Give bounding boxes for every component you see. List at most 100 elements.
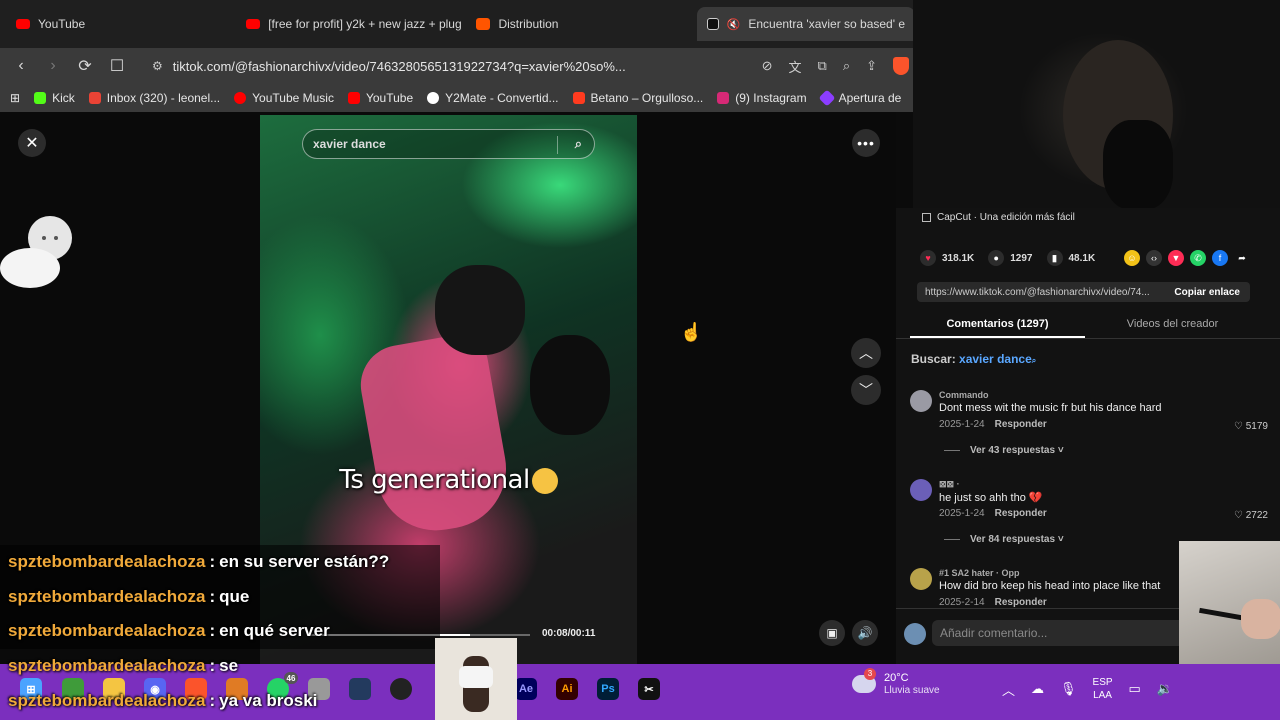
reply-button[interactable]: Responder (995, 597, 1047, 608)
bookmarks-bar: ⊞ Kick Inbox (320) - leonel... YouTube M… (0, 84, 915, 112)
canva-icon (818, 89, 836, 107)
whatsapp-icon[interactable]: ✆ (1190, 250, 1206, 266)
bookmark-icon: ▮ (1046, 250, 1063, 266)
send-to-friends-icon[interactable]: ▼ (1168, 250, 1184, 266)
facebook-icon[interactable]: f (1212, 250, 1228, 266)
volume-icon[interactable]: 🔉 (1157, 681, 1173, 697)
video-search-bar[interactable]: xavier dance ⌕ (302, 129, 595, 159)
chat-username: spztebombardealachoza (8, 586, 206, 606)
back-icon[interactable]: ‹ (12, 57, 30, 75)
volume-button[interactable]: 🔊 (852, 620, 878, 646)
betano-icon (572, 92, 585, 104)
site-settings-icon[interactable]: ⚙ (152, 59, 163, 73)
reply-button[interactable]: Responder (995, 508, 1047, 519)
address-actions: ⊘ 文 ⧉ ⌕ ⇪ (762, 57, 909, 76)
comment-text: How did bro keep his head into place lik… (939, 580, 1161, 592)
close-viewer-button[interactable]: ✕ (18, 129, 46, 157)
streamer-webcam (913, 0, 1280, 208)
muted-speaker-icon[interactable]: 🔇 (727, 18, 741, 31)
search-divider (557, 136, 558, 154)
kick-icon (34, 92, 47, 104)
comment-button[interactable]: ● 1297 (988, 250, 1033, 266)
after-effects-icon[interactable]: Ae (515, 678, 537, 700)
tray-chevron-icon[interactable]: ︿ (1002, 680, 1015, 699)
avatar[interactable] (910, 568, 932, 590)
comment-username[interactable]: ⊠⊠ · (939, 479, 960, 490)
apps-grid-icon[interactable]: ⊞ (10, 91, 20, 105)
display-icon[interactable]: ▭ (1129, 681, 1141, 697)
chat-message: spztebombardealachoza: en su server están… (0, 545, 440, 580)
search-icon[interactable]: ⌕ (575, 136, 582, 152)
translate-icon[interactable]: 文 (789, 57, 802, 76)
bookmark-betano[interactable]: Betano – Orgulloso... (572, 91, 703, 105)
comment-like-button[interactable]: ♡ 2722 (1234, 510, 1268, 521)
tab-youtube[interactable]: YouTube (6, 7, 232, 41)
illustrator-icon[interactable]: Ai (556, 678, 578, 700)
comment-username[interactable]: #1 SA2 hater · Opp (939, 568, 1020, 578)
instagram-icon (717, 92, 730, 104)
bookmark-gmail[interactable]: Inbox (320) - leonel... (88, 91, 220, 105)
share-link-box[interactable]: https://www.tiktok.com/@fashionarchivx/v… (917, 282, 1250, 302)
like-button[interactable]: ♥ 318.1K (920, 250, 974, 266)
view-replies-button[interactable]: Ver 84 respuestas ˅ (944, 534, 1064, 545)
reply-button[interactable]: Responder (995, 419, 1047, 430)
onedrive-icon[interactable]: ☁ (1031, 681, 1044, 697)
hand (1241, 599, 1280, 639)
tab-creator-videos[interactable]: Videos del creador (1085, 314, 1260, 338)
tab-youtube-beat[interactable]: [free for profit] y2k + new jazz + plug (236, 7, 462, 41)
comment-item: ⊠⊠ · he just so ahh tho 💔 2025-1-24 Resp… (910, 479, 1270, 549)
comment-username[interactable]: Commando (939, 390, 989, 400)
share-icon[interactable]: ⇪ (866, 58, 877, 74)
bookmark-icon[interactable]: ☐ (108, 56, 126, 76)
save-button[interactable]: ▮ 48.1K (1046, 250, 1095, 266)
previous-video-button[interactable]: ︿ (851, 338, 881, 368)
comment-like-button[interactable]: ♡ 5179 (1234, 421, 1268, 432)
comment-text: Dont mess wit the music fr but his dance… (939, 402, 1162, 414)
baby-sticker-image (0, 216, 72, 288)
view-replies-button[interactable]: Ver 43 respuestas ˅ (944, 445, 1064, 456)
capcut-promo[interactable]: CapCut · Una edición más fácil (922, 212, 1075, 223)
hand-cursor-icon: ☝ (680, 322, 703, 342)
url-text: tiktok.com/@fashionarchivx/video/7463280… (172, 58, 626, 74)
youtube-music-icon (234, 92, 247, 104)
next-video-button[interactable]: ﹀ (851, 375, 881, 405)
reload-icon[interactable]: ⟳ (76, 56, 94, 76)
zoom-icon[interactable]: ⌕ (843, 58, 850, 74)
mini-player-button[interactable]: ▣ (819, 620, 845, 646)
bookmark-y2mate[interactable]: Y2Mate - Convertid... (427, 91, 559, 105)
forward-icon[interactable]: › (44, 57, 62, 75)
bookmark-kick[interactable]: Kick (34, 91, 75, 105)
share-arrow-icon[interactable]: ➦ (1234, 250, 1250, 266)
bookmark-instagram[interactable]: (9) Instagram (717, 91, 807, 105)
add-comment-input[interactable]: Añadir comentario... (932, 620, 1192, 646)
tab-distribution[interactable]: Distribution (466, 7, 692, 41)
open-in-app-icon[interactable]: ⧉ (818, 58, 827, 74)
url-field[interactable]: ⚙ tiktok.com/@fashionarchivx/video/74632… (140, 52, 748, 80)
more-options-button[interactable]: ••• (852, 129, 880, 157)
photoshop-icon[interactable]: Ps (597, 678, 619, 700)
chat-message: spztebombardealachoza: que (0, 579, 440, 615)
cast-icon[interactable]: ⊘ (762, 58, 773, 74)
copy-link-button[interactable]: Copiar enlace (1174, 287, 1250, 298)
embed-icon[interactable]: ‹› (1146, 250, 1162, 266)
search-suggestion[interactable]: Buscar: xavier dance⌕ (911, 352, 1036, 366)
emoji-share-icon[interactable]: ☺ (1124, 250, 1140, 266)
language-indicator[interactable]: ESP LAA (1093, 676, 1113, 702)
capcut-app-icon[interactable]: ✂ (638, 678, 660, 700)
weather-widget[interactable]: 3 20°C Lluvia suave (852, 668, 940, 696)
search-suggestion-term[interactable]: xavier dance (959, 352, 1032, 366)
brave-shield-icon[interactable] (893, 57, 909, 75)
bookmark-youtube[interactable]: YouTube (347, 91, 413, 105)
tiktok-icon (706, 18, 719, 30)
chat-message: spztebombardealachoza: ya va broski (0, 683, 440, 718)
bookmark-youtube-music[interactable]: YouTube Music (234, 91, 334, 105)
tab-tiktok[interactable]: 🔇 Encuentra 'xavier so based' e ✕ (696, 7, 916, 41)
avatar[interactable] (910, 479, 932, 501)
avatar[interactable] (910, 390, 932, 412)
microphone-icon[interactable]: 🎙 (1060, 681, 1077, 697)
tab-comments[interactable]: Comentarios (1297) (910, 314, 1085, 338)
bookmark-apertura[interactable]: Apertura de (818, 89, 901, 107)
comment-icon: ● (988, 250, 1005, 266)
soundcloud-icon (476, 18, 491, 30)
address-bar: ‹ › ⟳ ☐ ⚙ tiktok.com/@fashionarchivx/vid… (0, 48, 915, 84)
